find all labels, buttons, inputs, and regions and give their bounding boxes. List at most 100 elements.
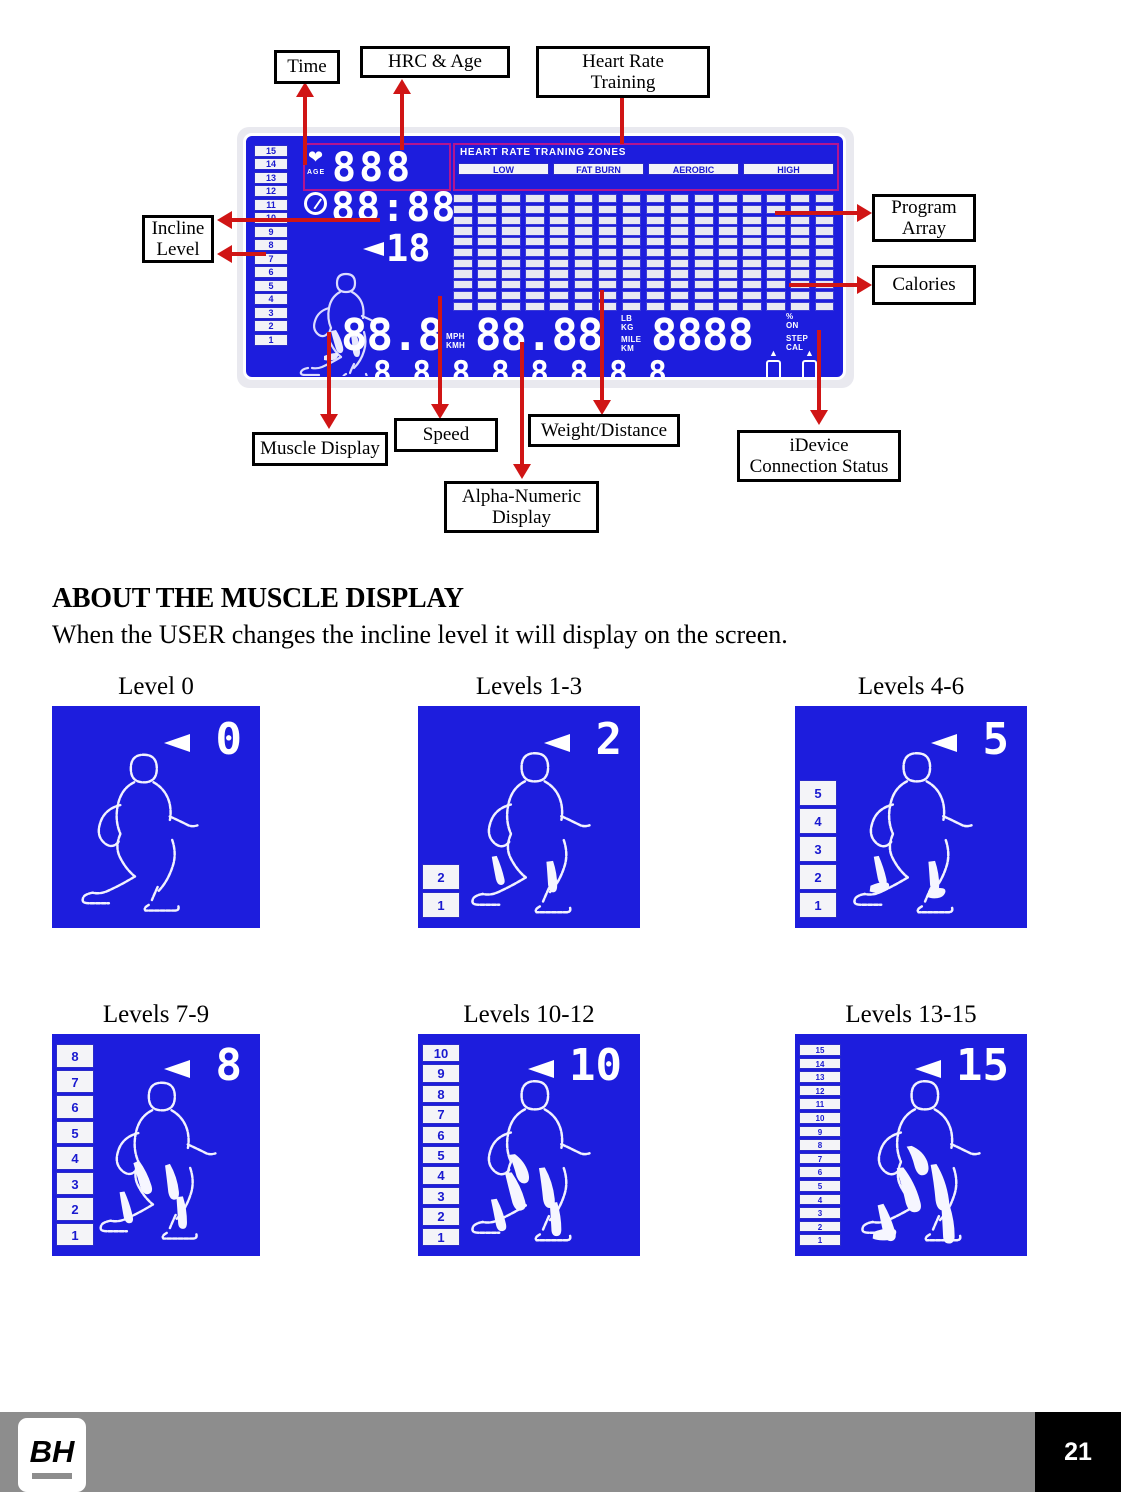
program-array-cell [621,269,642,279]
program-array-cell [694,280,714,290]
program-array-cell [669,204,690,214]
callout-calories: Calories [872,265,976,305]
callout-hrc-age: HRC & Age [360,46,510,78]
program-array-column [742,194,762,312]
program-array-cell [645,215,666,225]
muscle-display-incline-seg: 8 [799,1139,841,1151]
program-array-cell [718,226,738,236]
program-array-cell [501,204,521,214]
runner-figure-icon [81,753,199,912]
program-array-cell [790,301,810,311]
program-array-cell [645,226,666,236]
program-array-cell [645,237,666,247]
program-array-cell [694,269,714,279]
program-array-cell [645,280,666,290]
program-array-cell [501,291,521,301]
program-array-cell [790,247,810,258]
program-array-cell [621,258,642,268]
program-array-column [501,194,521,312]
callout-speed: Speed [394,418,498,452]
callout-idevice-line1: iDevice [789,434,849,456]
muscle-display-cell: Levels 7-9 8 7 6 5 4 3 2 1 8 [52,996,260,1256]
program-array-cell [621,237,642,247]
muscle-display-incline-ladder: 87654321 [56,1044,94,1248]
program-array-cell [573,258,593,268]
muscle-display-image: 876543218 [52,1034,260,1256]
program-array-cell [790,226,810,236]
program-array-cell [645,247,666,258]
program-array-cell [814,291,834,301]
idevice-phone-icon [766,360,781,377]
callout-heart-rate-training-line1: Heart Rate [582,50,664,72]
speed-unit-mph: MPH [446,332,465,341]
zone-high: HIGH [743,163,834,175]
callout-weight-distance: Weight/Distance [528,414,680,447]
program-array-cell [501,194,521,204]
muscle-display-incline-seg: 8 [422,1084,460,1104]
incline-seg: 8 [254,239,288,252]
program-array-cell [525,269,545,279]
muscle-display-caption: Levels 10-12 [463,1001,595,1028]
program-array-cell [597,258,618,268]
muscle-display-incline-seg: 1 [799,1234,841,1246]
runner-figure-icon [471,752,591,914]
program-array-cell [573,215,593,225]
program-array-cell [525,237,545,247]
program-array-column [621,194,642,312]
muscle-display-incline-ladder: 21 [422,864,460,920]
muscle-display-incline-seg: 2 [56,1197,94,1221]
muscle-display-incline-ladder: 10 9 8 7 6 5 4 3 2 1 [422,1044,460,1248]
callout-alpha-numeric-display: Alpha-Numeric Display [444,481,599,533]
incline-triangle-icon [363,242,384,256]
program-array-cell [501,280,521,290]
program-array-cell [453,215,473,225]
muscle-display-incline-seg: 5 [422,1146,460,1165]
program-array-cell [645,291,666,301]
incline-value: 18 [386,227,431,270]
muscle-display-incline-seg: 6 [799,1166,841,1179]
program-array-cell [814,258,834,268]
program-array-cell [742,269,762,279]
program-array-cell [718,258,738,268]
muscle-display-incline-seg: 4 [422,1166,460,1185]
muscle-display-caption: Levels 1-3 [475,673,583,700]
manual-page: 15 14 13 12 11 10 9 8 7 6 5 4 3 2 1 ❤ AG… [0,0,1121,1496]
callout-heart-rate-training-line2: Training [590,72,656,93]
muscle-display-incline-seg: 6 [56,1095,94,1119]
callout-time: Time [274,50,340,84]
incline-seg: 9 [254,225,288,238]
muscle-display-incline-seg: 6 [422,1125,460,1145]
calories-unit-on: ON [786,321,799,330]
callout-heart-rate-training: Heart Rate Training [536,46,710,98]
incline-seg: 13 [254,171,288,184]
page-number: 21 [1064,1437,1092,1466]
program-array-cell [742,215,762,225]
program-array-cell [525,226,545,236]
program-array-cell [669,215,690,225]
program-array-cell [525,247,545,258]
console-hrc-age-block: ❤ AGE 888 [303,143,451,191]
program-array-cell [694,237,714,247]
program-array-cell [525,194,545,204]
hrc-digits: 888 [332,145,414,191]
program-array-cell [477,237,497,247]
muscle-display-incline-seg: 2 [422,864,460,890]
program-array-cell [549,194,569,204]
muscle-display-cell: Levels 4-6 5 4 3 2 1 5 [795,668,1027,928]
program-array-cell [790,215,810,225]
muscle-display-incline-seg: 2 [422,1207,460,1226]
clock-icon [304,192,327,215]
program-array-cell [549,258,569,268]
program-array-cell [597,237,618,247]
speed-digits: 88.8 [341,310,444,361]
program-array-cell [549,226,569,236]
callout-program-array: Program Array [872,194,976,242]
program-array-cell [477,280,497,290]
callout-program-array-line2: Array [901,218,947,239]
heart-rate-zones-title: HEART RATE TRANING ZONES [460,147,627,158]
muscle-display-image: 212 [418,706,640,928]
program-array-cell [525,215,545,225]
program-array-cell [718,194,738,204]
program-array-cell [766,247,786,258]
program-array-cell [573,247,593,258]
